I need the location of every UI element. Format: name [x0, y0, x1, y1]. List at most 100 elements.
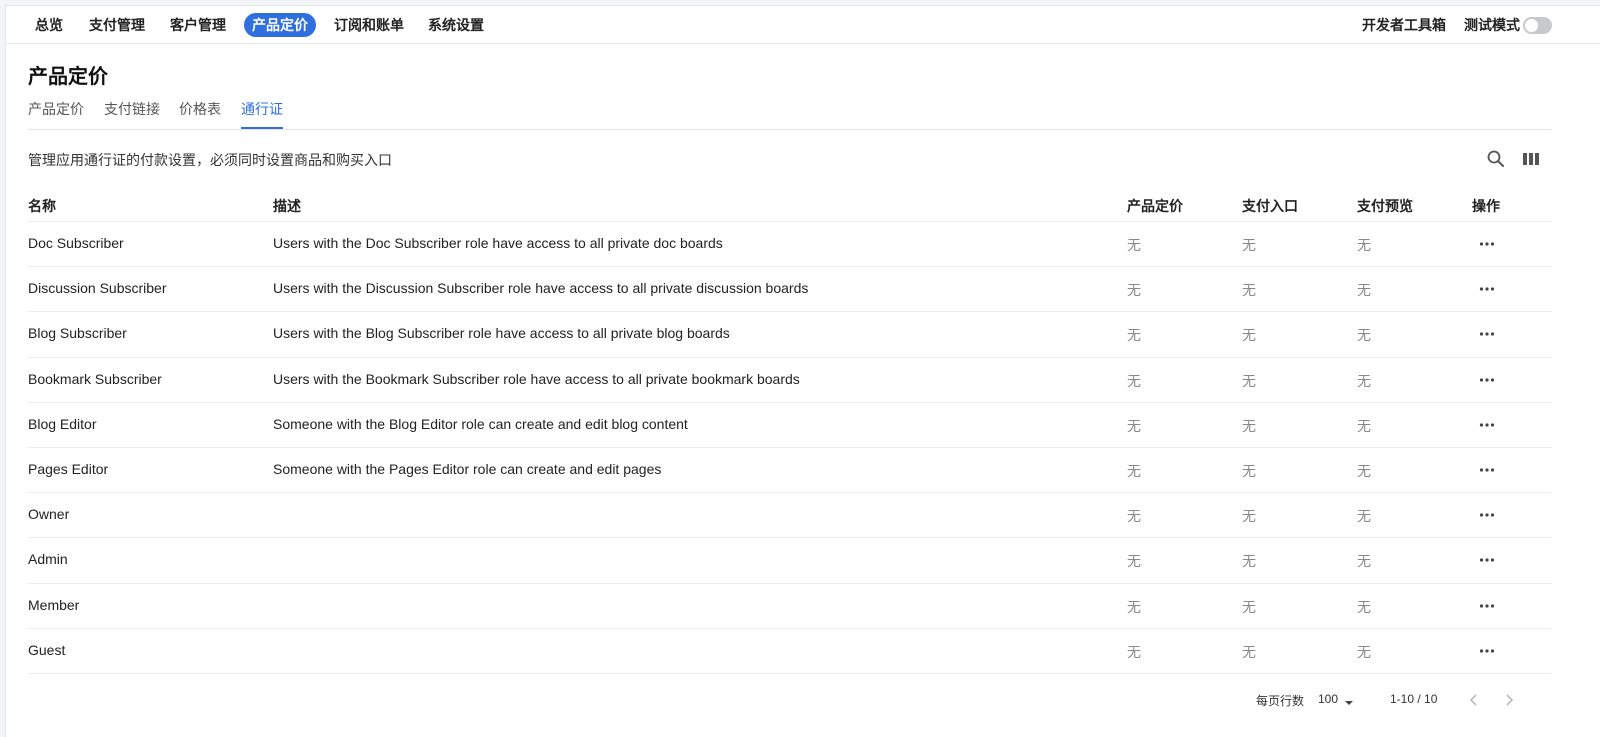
table-row[interactable]: Blog Subscriber Users with the Blog Subsc… [28, 312, 1551, 358]
table-row[interactable]: Discussion Subscriber Users with the Disc… [28, 267, 1551, 313]
table-footer: 每页行数 100 1-10 / 10 [6, 686, 1600, 716]
column-header-payment-preview: 支付预览 [1357, 198, 1413, 214]
table-row[interactable]: Admin 无 无 无 [28, 538, 1551, 584]
tab-payment-links[interactable]: 支付链接 [104, 100, 160, 129]
cell-pricing: 无 [1127, 508, 1141, 525]
nav-item-payments[interactable]: 支付管理 [81, 13, 153, 37]
cell-pricing: 无 [1127, 282, 1141, 299]
cell-pricing: 无 [1127, 237, 1141, 253]
cell-description: Someone with the Blog Editor role can cr… [273, 415, 688, 432]
cell-name: Guest [28, 641, 66, 658]
cell-description: Users with the Blog Subscriber role have… [273, 325, 730, 342]
cell-name: Owner [28, 506, 70, 523]
rows-per-page-select[interactable]: 100 [1318, 692, 1338, 706]
cell-payment-preview: 无 [1357, 598, 1371, 615]
cell-payment-preview: 无 [1357, 372, 1371, 389]
cell-description: Users with the Bookmark Subscriber role … [273, 370, 800, 387]
table-body: Doc Subscriber Users with the Doc Subscri… [28, 222, 1551, 674]
cell-name: Doc Subscriber [28, 235, 124, 251]
column-header-pricing: 产品定价 [1127, 198, 1183, 214]
more-horizontal-icon[interactable] [1478, 325, 1496, 343]
chevron-right-icon[interactable] [1500, 690, 1518, 710]
cell-payment-preview: 无 [1357, 462, 1371, 479]
more-horizontal-icon[interactable] [1478, 506, 1496, 524]
test-mode-toggle[interactable] [1523, 17, 1552, 34]
tab-product-pricing[interactable]: 产品定价 [28, 100, 84, 129]
pagination-range: 1-10 / 10 [1390, 692, 1438, 706]
cell-payment-entry: 无 [1242, 553, 1256, 570]
cell-name: Blog Editor [28, 415, 97, 432]
caret-down-icon[interactable] [1344, 695, 1354, 705]
cell-payment-preview: 无 [1357, 553, 1371, 570]
nav-item-pricing[interactable]: 产品定价 [244, 13, 316, 37]
column-header-name: 名称 [28, 198, 56, 214]
cell-payment-preview: 无 [1357, 508, 1371, 525]
cell-name: Blog Subscriber [28, 325, 127, 342]
more-horizontal-icon[interactable] [1478, 371, 1496, 389]
nav-item-customers[interactable]: 客户管理 [162, 13, 234, 37]
cell-pricing: 无 [1127, 372, 1141, 389]
cell-payment-entry: 无 [1242, 372, 1256, 389]
cell-payment-entry: 无 [1242, 462, 1256, 479]
cell-description: Users with the Discussion Subscriber rol… [273, 280, 809, 297]
column-header-payment-entry: 支付入口 [1242, 198, 1298, 214]
passes-table: 名称 描述 产品定价 支付入口 支付预览 操作 Doc Subscriber Us… [28, 189, 1551, 674]
toggle-knob [1525, 19, 1538, 32]
cell-name: Bookmark Subscriber [28, 370, 162, 387]
page-title: 产品定价 [28, 66, 108, 88]
more-horizontal-icon[interactable] [1478, 597, 1496, 615]
cell-payment-entry: 无 [1242, 282, 1256, 299]
cell-description: Someone with the Pages Editor role can c… [273, 460, 662, 477]
table-row[interactable]: Owner 无 无 无 [28, 493, 1551, 539]
cell-payment-entry: 无 [1242, 327, 1256, 344]
cell-pricing: 无 [1127, 417, 1141, 434]
cell-payment-entry: 无 [1242, 643, 1256, 660]
cell-payment-entry: 无 [1242, 417, 1256, 434]
table-row[interactable]: Pages Editor Someone with the Pages Edito… [28, 448, 1551, 494]
table-row[interactable]: Guest 无 无 无 [28, 629, 1551, 674]
nav-item-settings[interactable]: 系统设置 [420, 13, 492, 37]
tab-price-table[interactable]: 价格表 [179, 100, 221, 129]
table-row[interactable]: Doc Subscriber Users with the Doc Subscri… [28, 222, 1551, 268]
more-horizontal-icon[interactable] [1478, 461, 1496, 479]
cell-payment-preview: 无 [1357, 282, 1371, 299]
test-mode-label: 测试模式 [1464, 17, 1520, 33]
cell-pricing: 无 [1127, 327, 1141, 344]
devtools-link[interactable]: 开发者工具箱 [1362, 13, 1446, 37]
rows-per-page-label: 每页行数 [1256, 694, 1305, 708]
cell-payment-entry: 无 [1242, 508, 1256, 525]
app-frame: 总览 支付管理 客户管理 产品定价 订阅和账单 系统设置 开发者工具箱 测试模式… [5, 5, 1600, 737]
cell-name: Admin [28, 551, 68, 568]
cell-payment-entry: 无 [1242, 598, 1256, 615]
more-horizontal-icon[interactable] [1478, 416, 1496, 434]
column-header-actions: 操作 [1472, 198, 1500, 214]
table-row[interactable]: Blog Editor Someone with the Blog Editor … [28, 403, 1551, 448]
more-horizontal-icon[interactable] [1478, 551, 1496, 569]
tab-passes[interactable]: 通行证 [241, 100, 283, 129]
cell-description: Users with the Doc Subscriber role have … [273, 235, 723, 251]
table-header: 名称 描述 产品定价 支付入口 支付预览 操作 [28, 189, 1551, 222]
nav-item-overview[interactable]: 总览 [27, 13, 71, 37]
cell-pricing: 无 [1127, 598, 1141, 615]
column-header-description: 描述 [273, 198, 301, 214]
more-horizontal-icon[interactable] [1478, 642, 1496, 660]
cell-name: Discussion Subscriber [28, 280, 167, 297]
cell-pricing: 无 [1127, 462, 1141, 479]
more-horizontal-icon[interactable] [1478, 280, 1496, 298]
sub-tabs: 产品定价 支付链接 价格表 通行证 [28, 100, 1551, 130]
nav-item-subscriptions-billing[interactable]: 订阅和账单 [326, 13, 412, 37]
chevron-left-icon[interactable] [1465, 690, 1483, 710]
table-row[interactable]: Member 无 无 无 [28, 584, 1551, 629]
cell-name: Member [28, 596, 80, 613]
more-horizontal-icon[interactable] [1478, 235, 1496, 253]
columns-icon[interactable] [1521, 149, 1541, 169]
cell-payment-preview: 无 [1357, 237, 1371, 253]
cell-name: Pages Editor [28, 460, 109, 477]
top-navigation: 总览 支付管理 客户管理 产品定价 订阅和账单 系统设置 开发者工具箱 测试模式 [6, 6, 1600, 44]
cell-payment-preview: 无 [1357, 417, 1371, 434]
section-description: 管理应用通行证的付款设置，必须同时设置商品和购买入口 [28, 152, 392, 168]
table-row[interactable]: Bookmark Subscriber Users with the Bookma… [28, 358, 1551, 403]
cell-payment-preview: 无 [1357, 643, 1371, 660]
search-icon[interactable] [1486, 149, 1506, 169]
cell-pricing: 无 [1127, 553, 1141, 570]
